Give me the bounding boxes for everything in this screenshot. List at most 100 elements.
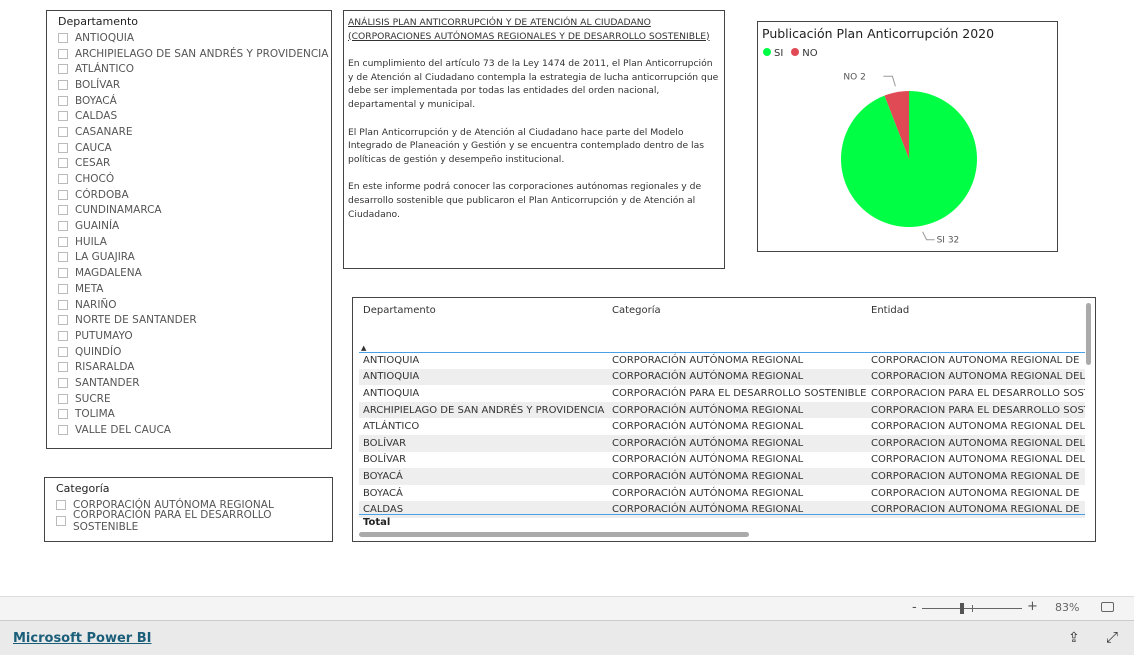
zoom-in-button[interactable]: +	[1027, 599, 1038, 614]
table-row[interactable]: ANTIOQUIA CORPORACIÓN AUTÓNOMA REGIONAL CO…	[359, 368, 1085, 386]
slicer-item[interactable]: CESAR	[47, 156, 331, 172]
checkbox[interactable]	[58, 126, 68, 137]
table-cell: CORPORACIÓN PARA EL DESARROLLO SOSTENIBL…	[612, 387, 867, 399]
zoom-out-button[interactable]: -	[912, 600, 917, 615]
slicer-item[interactable]: PUTUMAYO	[47, 328, 331, 344]
checkbox[interactable]	[58, 252, 68, 263]
slicer-item[interactable]: CASANARE	[47, 124, 331, 140]
column-header-categoria[interactable]: Categoría	[608, 302, 867, 353]
slicer-item-label: CESAR	[75, 157, 111, 170]
slicer-item[interactable]: CÓRDOBA	[47, 187, 331, 203]
slicer-item[interactable]: CALDAS	[47, 108, 331, 124]
slicer-item[interactable]: VALLE DEL CAUCA	[47, 422, 331, 438]
table-row[interactable]: BOYACÁ CORPORACIÓN AUTÓNOMA REGIONAL CORPO…	[359, 468, 1085, 485]
sort-ascending-icon: ▲	[361, 343, 367, 352]
table-total-divider	[359, 514, 1085, 515]
checkbox[interactable]	[58, 283, 68, 294]
checkbox[interactable]	[56, 515, 66, 526]
slicer-item[interactable]: SANTANDER	[47, 375, 331, 391]
slicer-title: Categoría	[56, 482, 110, 495]
table-cell: BOLÍVAR	[359, 434, 608, 452]
checkbox[interactable]	[58, 393, 68, 404]
checkbox[interactable]	[58, 346, 68, 357]
zoom-bar: - + 83%	[0, 596, 1134, 620]
horizontal-scrollbar[interactable]	[359, 532, 749, 537]
checkbox[interactable]	[58, 299, 68, 310]
table-row[interactable]: ATLÁNTICO CORPORACIÓN AUTÓNOMA REGIONAL CO…	[359, 418, 1085, 435]
slicer-item[interactable]: BOLÍVAR	[47, 77, 331, 93]
slicer-item-label: GUAINÍA	[75, 220, 120, 233]
slicer-item[interactable]: RISARALDA	[47, 359, 331, 375]
table-row[interactable]: ANTIOQUIA CORPORACIÓN PARA EL DESARROLLO …	[359, 385, 1085, 402]
checkbox[interactable]	[58, 221, 68, 232]
categoria-slicer: Categoría CORPORACIÓN AUTÓNOMA REGIONAL C…	[44, 477, 333, 542]
slicer-item[interactable]: ATLÁNTICO	[47, 61, 331, 77]
checkbox[interactable]	[58, 236, 68, 247]
slicer-item-label: ATLÁNTICO	[75, 63, 135, 76]
table-row[interactable]: CALDAS CORPORACIÓN AUTÓNOMA REGIONAL CORPO…	[359, 501, 1085, 518]
table-cell: CORPORACION AUTONOMA REGIONAL DE	[867, 501, 1085, 518]
share-icon[interactable]: ⇪	[1068, 630, 1080, 646]
checkbox[interactable]	[58, 315, 68, 326]
table-cell: CORPORACION PARA EL DESARROLLO SOST	[871, 387, 1085, 399]
checkbox[interactable]	[58, 79, 68, 90]
slicer-item[interactable]: CORPORACIÓN PARA EL DESARROLLO SOSTENIBL…	[45, 509, 332, 533]
paragraph: El Plan Anticorrupción y de Atención al …	[348, 126, 704, 165]
table-cell: CORPORACIÓN AUTÓNOMA REGIONAL	[608, 368, 867, 386]
checkbox[interactable]	[58, 48, 68, 59]
checkbox[interactable]	[58, 189, 68, 200]
checkbox[interactable]	[58, 174, 68, 185]
slicer-item[interactable]: META	[47, 281, 331, 297]
vertical-scrollbar[interactable]	[1086, 303, 1091, 365]
checkbox[interactable]	[58, 111, 68, 122]
slicer-item[interactable]: GUAINÍA	[47, 218, 331, 234]
checkbox[interactable]	[58, 362, 68, 373]
zoom-level: 83%	[1055, 601, 1080, 614]
power-bi-link[interactable]: Microsoft Power BI	[13, 631, 151, 646]
checkbox[interactable]	[58, 158, 68, 169]
checkbox[interactable]	[58, 205, 68, 216]
checkbox[interactable]	[58, 425, 68, 436]
slicer-item[interactable]: SUCRE	[47, 391, 331, 407]
slicer-item-label: PUTUMAYO	[75, 329, 133, 342]
slicer-item[interactable]: BOYACÁ	[47, 93, 331, 109]
slicer-item[interactable]: CAUCA	[47, 140, 331, 156]
checkbox[interactable]	[58, 330, 68, 341]
slicer-item[interactable]: ARCHIPIELAGO DE SAN ANDRÉS Y PROVIDENCIA	[47, 46, 331, 62]
checkbox[interactable]	[58, 377, 68, 388]
slicer-item-label: CASANARE	[75, 125, 133, 138]
pie-slice-si[interactable]	[841, 91, 977, 227]
slicer-item[interactable]: MAGDALENA	[47, 265, 331, 281]
fit-to-page-icon[interactable]	[1101, 602, 1114, 612]
table-row[interactable]: BOYACÁ CORPORACIÓN AUTÓNOMA REGIONAL CORPO…	[359, 485, 1085, 502]
checkbox[interactable]	[56, 499, 66, 510]
column-header-departamento[interactable]: Departamento ▲	[359, 302, 608, 353]
checkbox[interactable]	[58, 409, 68, 420]
slicer-item[interactable]: QUINDÍO	[47, 344, 331, 360]
table-row[interactable]: BOLÍVAR CORPORACIÓN AUTÓNOMA REGIONAL CORP…	[359, 452, 1085, 469]
table-cell: CORPORACIÓN AUTÓNOMA REGIONAL	[612, 454, 804, 466]
slicer-item-label: TOLIMA	[75, 408, 115, 421]
table-row[interactable]: BOLÍVAR CORPORACIÓN AUTÓNOMA REGIONAL CORP…	[359, 434, 1085, 452]
slicer-item[interactable]: HUILA	[47, 234, 331, 250]
zoom-slider[interactable]	[922, 603, 1022, 614]
slicer-item[interactable]: CUNDINAMARCA	[47, 203, 331, 219]
table-row[interactable]: ANTIOQUIA CORPORACIÓN AUTÓNOMA REGIONAL CO…	[359, 352, 1085, 369]
table-row[interactable]: ARCHIPIELAGO DE SAN ANDRÉS Y PROVIDENCIA…	[359, 401, 1085, 419]
slicer-item[interactable]: NORTE DE SANTANDER	[47, 312, 331, 328]
checkbox[interactable]	[58, 142, 68, 153]
slicer-item[interactable]: CHOCÓ	[47, 171, 331, 187]
zoom-slider-thumb[interactable]	[960, 603, 964, 614]
column-header-entidad[interactable]: Entidad	[867, 302, 1085, 353]
slicer-item-label: QUINDÍO	[75, 345, 122, 358]
leader-line	[922, 231, 935, 241]
checkbox[interactable]	[58, 64, 68, 75]
slicer-item[interactable]: LA GUAJIRA	[47, 250, 331, 266]
checkbox[interactable]	[58, 32, 68, 43]
fullscreen-icon[interactable]: ⤢	[1106, 628, 1118, 646]
checkbox[interactable]	[58, 268, 68, 279]
slicer-item[interactable]: NARIÑO	[47, 297, 331, 313]
checkbox[interactable]	[58, 95, 68, 106]
slicer-item[interactable]: TOLIMA	[47, 407, 331, 423]
slicer-item[interactable]: ANTIOQUIA	[47, 30, 331, 46]
